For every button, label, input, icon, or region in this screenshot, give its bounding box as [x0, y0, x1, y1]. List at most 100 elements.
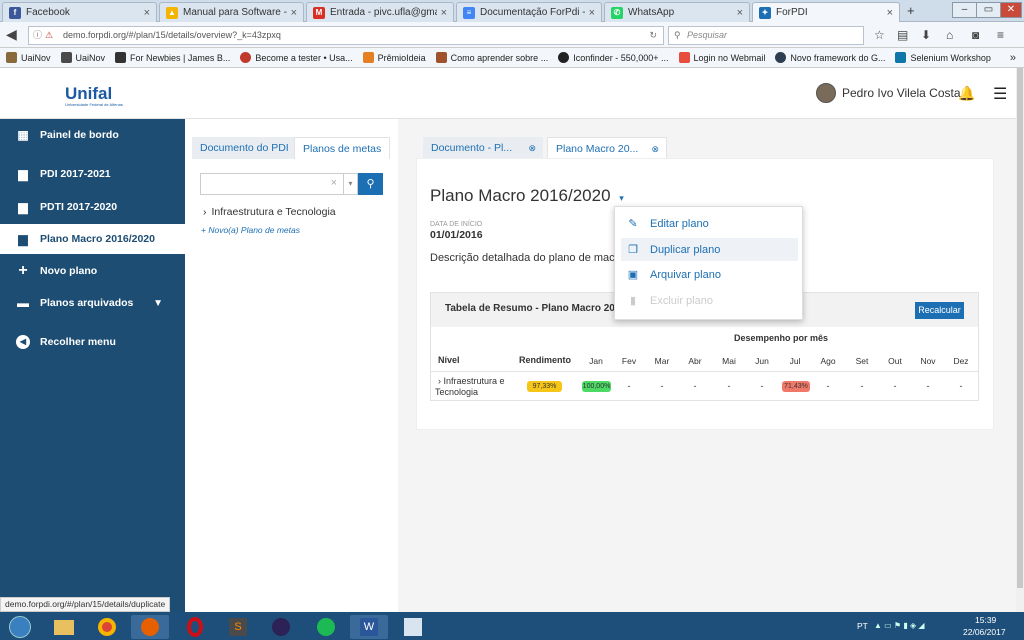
chevron-down-icon[interactable]: ▾ — [343, 174, 357, 194]
bookmark[interactable]: Iconfinder - 550,000+ ... — [558, 52, 669, 63]
tab-documento[interactable]: Documento - Pl... ⊗ — [423, 137, 543, 159]
paint-taskbar[interactable] — [394, 615, 432, 639]
recalculate-button[interactable]: Recalcular — [915, 302, 964, 319]
sidebar-item-painel[interactable]: ▦ Painel de bordo — [0, 120, 185, 150]
new-tab-button[interactable]: + — [907, 3, 915, 18]
bookmark[interactable]: PrêmioIdeia — [362, 52, 426, 63]
pocket-icon[interactable]: ◙ — [972, 28, 979, 42]
archive-plan-option[interactable]: ▣ Arquivar plano — [621, 263, 798, 286]
sidebar-item-recolher[interactable]: ◀ Recolher menu — [0, 327, 185, 357]
bookmark[interactable]: Como aprender sobre ... — [435, 52, 548, 63]
clipboard-icon[interactable]: ▤ — [897, 28, 908, 42]
duplicate-plan-option[interactable]: ❐ Duplicar plano — [621, 238, 798, 261]
sublime-icon: S — [229, 618, 247, 636]
back-icon[interactable]: ◀ — [6, 26, 17, 43]
close-icon[interactable]: × — [144, 7, 150, 19]
sidebar-item-pdi[interactable]: ▆ PDI 2017-2021 — [0, 159, 185, 189]
bookmark[interactable]: Login no Webmail — [678, 52, 765, 63]
menu-icon[interactable]: ☰ — [993, 84, 1007, 104]
hamburger-icon[interactable]: ≡ — [997, 28, 1004, 42]
navigation-bar: ◀ ⓘ ⚠ demo.forpdi.org/#/plan/15/details/… — [0, 22, 1024, 48]
tray-icons[interactable]: ▲ ▭ ⚑ ▮ ◈ ◢ — [874, 621, 924, 630]
eclipse-taskbar[interactable] — [262, 615, 300, 639]
start-button[interactable] — [2, 615, 38, 639]
bookmark-icon — [240, 52, 252, 63]
clear-icon[interactable]: × — [331, 177, 337, 189]
bookmark-icon — [558, 52, 570, 63]
user-menu[interactable]: Pedro Ivo Vilela Costa — [816, 83, 961, 103]
bookmark[interactable]: UaiNov — [6, 52, 51, 63]
search-button[interactable]: ⚲ — [358, 173, 383, 195]
tab-plano-macro[interactable]: Plano Macro 20... ⊗ — [547, 137, 667, 159]
table-row-level[interactable]: › Infraestrutura e Tecnologia — [435, 376, 515, 398]
download-icon[interactable]: ⬇ — [921, 28, 931, 42]
chrome-taskbar[interactable] — [88, 615, 126, 639]
tab-forpdi[interactable]: ✦ ForPDI × — [752, 2, 900, 22]
bookmark[interactable]: Selenium Workshop — [895, 52, 991, 63]
home-icon[interactable]: ⌂ — [946, 28, 953, 42]
sidebar-item-plano-macro[interactable]: ▆ Plano Macro 2016/2020 — [0, 224, 185, 254]
minimize-button[interactable]: – — [952, 2, 977, 18]
maximize-button[interactable]: ▭ — [976, 2, 1001, 18]
more-bookmarks-icon[interactable]: » — [1010, 52, 1016, 64]
close-icon[interactable]: × — [887, 7, 893, 19]
app-header: Unifal Universidade Federal de Alfenas P… — [0, 68, 1016, 119]
word-taskbar[interactable]: W — [350, 615, 388, 639]
row-divider — [431, 371, 978, 372]
add-plan-link[interactable]: + Novo(a) Plano de metas — [201, 225, 300, 235]
sidebar-item-novo-plano[interactable]: + Novo plano — [0, 256, 185, 286]
facebook-icon: f — [9, 6, 21, 19]
archive-icon: ▣ — [627, 269, 639, 281]
star-icon[interactable]: ☆ — [874, 28, 885, 42]
info-icon[interactable]: ⓘ — [33, 27, 42, 44]
bell-icon[interactable]: 🔔 — [958, 85, 975, 102]
bookmark[interactable]: UaiNov — [60, 52, 105, 63]
sidebar: ▦ Painel de bordo ▆ PDI 2017-2021 ▆ PDTI 20… — [0, 119, 185, 612]
edit-plan-option[interactable]: ✎ Editar plano — [621, 212, 798, 235]
close-tab-icon[interactable]: ⊗ — [651, 138, 659, 160]
close-icon[interactable]: × — [737, 7, 743, 19]
tab-documento-pdi[interactable]: Documento do PDI — [192, 137, 297, 159]
month-header: Ago — [820, 356, 836, 366]
firefox-taskbar[interactable] — [131, 615, 169, 639]
language-indicator[interactable]: PT — [857, 621, 868, 631]
opera-taskbar[interactable] — [176, 615, 214, 639]
reload-icon[interactable]: ↻ — [649, 27, 657, 44]
tree-item[interactable]: › Infraestrutura e Tecnologia — [203, 206, 336, 218]
close-tab-icon[interactable]: ⊗ — [528, 137, 536, 159]
sublime-taskbar[interactable]: S — [219, 615, 257, 639]
bookmark[interactable]: For Newbies | James B... — [115, 52, 230, 63]
clock-time: 15:39 — [975, 615, 997, 625]
trash-icon: ▮ — [629, 295, 637, 307]
chevron-down-icon[interactable]: ▾ — [619, 193, 624, 203]
tab-docs[interactable]: ≡ Documentação ForPdi - Doc× — [456, 2, 602, 22]
month-header: Fev — [621, 356, 637, 366]
sidebar-item-arquivados[interactable]: ▬ Planos arquivados ▼ — [0, 288, 185, 318]
close-icon[interactable]: × — [589, 7, 595, 19]
tab-manual[interactable]: ▲ Manual para Software - Goo× — [159, 2, 304, 22]
sidebar-item-pdti[interactable]: ▆ PDTI 2017-2020 — [0, 192, 185, 222]
month-value: - — [693, 381, 697, 391]
bookmark[interactable]: Novo framework do G... — [775, 52, 885, 63]
unifal-logo[interactable]: Unifal Universidade Federal de Alfenas — [65, 84, 123, 107]
tab-gmail[interactable]: M Entrada - pivc.ufla@gmail.co× — [306, 2, 454, 22]
tab-planos-metas[interactable]: Planos de metas — [294, 137, 391, 159]
tab-facebook[interactable]: f Facebook × — [2, 2, 157, 22]
tab-whatsapp[interactable]: ✆ WhatsApp × — [604, 2, 750, 22]
search-input[interactable]: ⚲ Pesquisar — [668, 26, 864, 45]
url-bar[interactable]: ⓘ ⚠ demo.forpdi.org/#/plan/15/details/ov… — [28, 26, 664, 45]
opera-icon — [187, 617, 203, 637]
chevron-right-icon: › — [203, 206, 207, 218]
explorer-taskbar[interactable] — [45, 615, 83, 639]
plan-search-input[interactable]: × ▾ — [200, 173, 358, 195]
bookmark[interactable]: Become a tester • Usa... — [240, 52, 353, 63]
spotify-taskbar[interactable] — [307, 615, 345, 639]
window-close-button[interactable]: ✕ — [1000, 2, 1022, 18]
scrollbar[interactable] — [1016, 68, 1024, 612]
close-icon[interactable]: × — [291, 7, 297, 19]
scrollbar-thumb[interactable] — [1017, 68, 1023, 588]
status-url: demo.forpdi.org/#/plan/15/details/duplic… — [0, 597, 171, 612]
close-icon[interactable]: × — [441, 7, 447, 19]
month-header: Out — [888, 356, 902, 366]
user-name: Pedro Ivo Vilela Costa — [842, 86, 961, 100]
